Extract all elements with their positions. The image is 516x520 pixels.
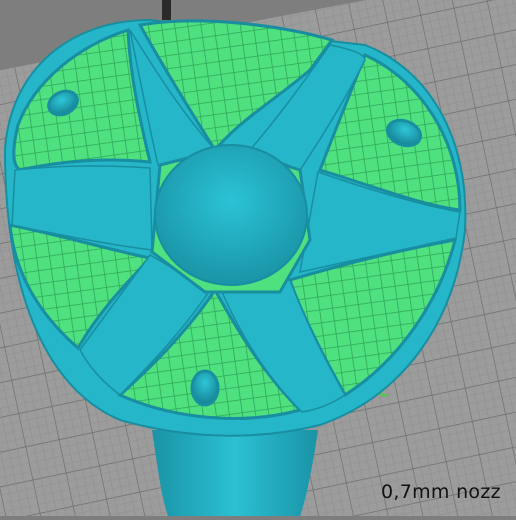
slicer-3d-viewport[interactable]: 0,7mm nozz xyxy=(0,0,516,517)
printer-nozzle xyxy=(162,0,171,20)
center-cup-opening xyxy=(154,144,308,286)
model-stem xyxy=(152,430,318,516)
mount-hole-bottom xyxy=(190,369,220,407)
nozzle-size-caption: 0,7mm nozz xyxy=(381,481,501,503)
viewport-canvas[interactable] xyxy=(0,0,516,517)
